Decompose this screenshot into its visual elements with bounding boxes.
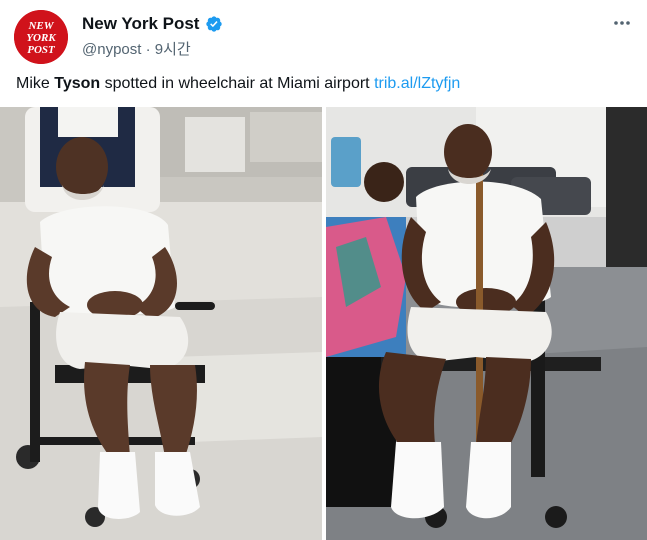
handle-row: @nypost · 9시간 (82, 38, 191, 59)
name-row: New York Post (82, 14, 223, 34)
logo-line-2: YORK (26, 32, 56, 44)
display-name[interactable]: New York Post (82, 14, 199, 34)
tweet-header: NEW YORK POST New York Post @nypost · 9시… (0, 0, 647, 70)
avatar[interactable]: NEW YORK POST (14, 10, 68, 64)
verified-badge-icon (206, 16, 223, 32)
timestamp[interactable]: 9시간 (155, 41, 191, 58)
man-in-wheelchair-airport-photo[interactable] (0, 107, 322, 540)
tweet-text-part-2: spotted in wheelchair at Miami airport (100, 75, 375, 92)
man-in-wheelchair-with-fan-selfie-photo[interactable] (326, 107, 647, 540)
media-grid (0, 107, 647, 540)
handle[interactable]: @nypost (82, 41, 141, 58)
tweet-link[interactable]: trib.al/lZtyfjn (374, 75, 460, 92)
tweet-text-bold: Tyson (54, 75, 101, 92)
tweet-text-part-1: Mike (16, 75, 55, 92)
more-options-icon[interactable] (611, 14, 633, 32)
logo-line-3: POST (27, 44, 56, 56)
new-york-post-logo: NEW YORK POST (14, 10, 68, 64)
separator: · (145, 41, 151, 58)
tweet-text: Mike Tyson spotted in wheelchair at Miam… (16, 74, 460, 94)
logo-line-1: NEW (27, 20, 54, 32)
